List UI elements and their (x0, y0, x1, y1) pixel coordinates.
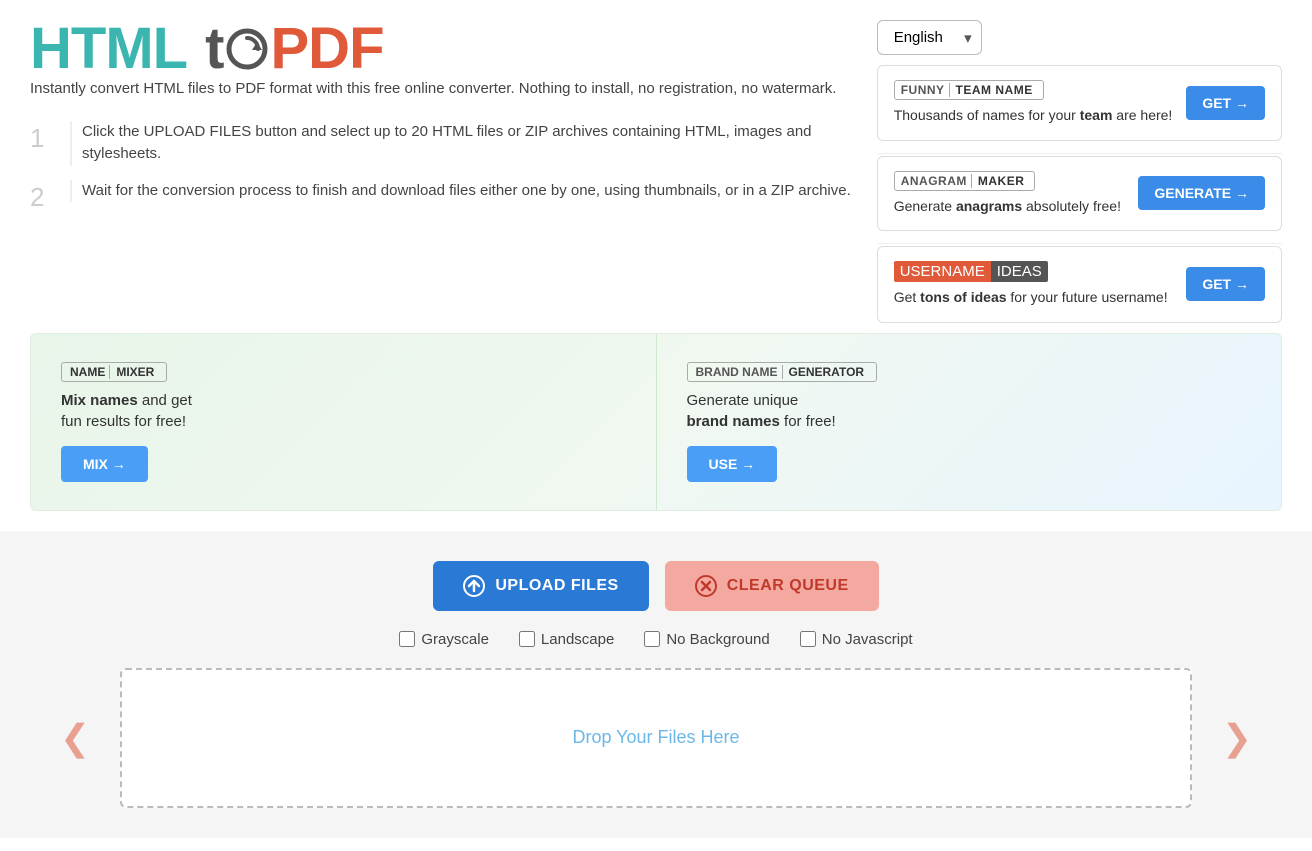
ad-2-badge: ANAGRAM MAKER (894, 171, 1036, 191)
step-1-number: 1 (30, 121, 70, 154)
ad-1-get-button[interactable]: GET → (1186, 86, 1265, 120)
grayscale-checkbox[interactable] (399, 631, 415, 647)
ad-1-content: FUNNY TEAM NAME Thousands of names for y… (894, 80, 1173, 126)
no-background-checkbox[interactable] (644, 631, 660, 647)
banner-brand-name-generator: BRAND NAME GENERATOR Generate uniquebran… (657, 334, 1282, 510)
logo-to: t (189, 20, 268, 78)
banner-2-badge: BRAND NAME GENERATOR (687, 362, 878, 382)
no-javascript-label: No Javascript (822, 631, 913, 648)
ad-3-get-button[interactable]: GET → (1186, 267, 1265, 301)
drop-zone-container: ❮ Drop Your Files Here ❯ (60, 668, 1252, 808)
ad-2-desc: Generate anagrams absolutely free! (894, 197, 1125, 217)
page-description: Instantly convert HTML files to PDF form… (30, 78, 850, 101)
banner-1-badge-name: NAME (70, 365, 105, 379)
ad-3-badge-wrapper: USERNAME IDEAS (894, 261, 1048, 282)
ad-1-badge-sep: TEAM NAME (949, 83, 1033, 97)
ad-divider-1 (877, 153, 1282, 154)
banner-2-use-button[interactable]: USE → (687, 446, 778, 482)
drop-text: Drop Your Files Here (572, 727, 739, 748)
landscape-label: Landscape (541, 631, 614, 648)
options-row: Grayscale Landscape No Background No Jav… (30, 631, 1282, 648)
clear-icon (695, 575, 717, 597)
banner-container: NAME MIXER Mix names and getfun results … (30, 333, 1282, 511)
carousel-left-button[interactable]: ❮ (50, 717, 100, 759)
ad-2-generate-button[interactable]: GENERATE → (1138, 176, 1265, 210)
ad-3-content: USERNAME IDEAS Get tons of ideas for you… (894, 261, 1173, 308)
logo-arrow-icon (226, 28, 268, 70)
language-dropdown[interactable]: English French Spanish German (877, 20, 982, 55)
drop-zone[interactable]: Drop Your Files Here (120, 668, 1192, 808)
upload-icon (463, 575, 485, 597)
logo-html: HTML (30, 20, 187, 78)
clear-queue-button[interactable]: CLEAR QUEUE (665, 561, 879, 611)
no-javascript-checkbox[interactable] (800, 631, 816, 647)
ad-1-badge-funny: FUNNY (901, 83, 945, 97)
banner-name-mixer: NAME MIXER Mix names and getfun results … (31, 334, 657, 510)
no-javascript-option[interactable]: No Javascript (800, 631, 913, 648)
banner-section: NAME MIXER Mix names and getfun results … (0, 333, 1312, 531)
no-background-label: No Background (666, 631, 769, 648)
ad-divider-2 (877, 243, 1282, 244)
no-background-option[interactable]: No Background (644, 631, 769, 648)
ad-anagram-maker: ANAGRAM MAKER Generate anagrams absolute… (877, 156, 1282, 232)
ad-2-badge-sep: MAKER (971, 174, 1025, 188)
landscape-checkbox[interactable] (519, 631, 535, 647)
upload-section: UPLOAD FILES CLEAR QUEUE Grayscale Lands… (0, 531, 1312, 838)
clear-queue-label: CLEAR QUEUE (727, 577, 849, 595)
landscape-option[interactable]: Landscape (519, 631, 614, 648)
ad-1-desc: Thousands of names for your team are her… (894, 106, 1173, 126)
logo-pdf: PDF (271, 20, 384, 78)
ad-3-badge-username: USERNAME (894, 261, 991, 282)
upload-buttons-row: UPLOAD FILES CLEAR QUEUE (30, 561, 1282, 611)
logo: HTML t PDF (30, 20, 877, 78)
ad-funny-team-name: FUNNY TEAM NAME Thousands of names for y… (877, 65, 1282, 141)
banner-2-badge-brand: BRAND NAME (696, 365, 778, 379)
step-1: 1 Click the UPLOAD FILES button and sele… (30, 121, 877, 166)
banner-1-badge: NAME MIXER (61, 362, 167, 382)
ad-3-desc: Get tons of ideas for your future userna… (894, 288, 1173, 308)
step-2-number: 2 (30, 180, 70, 213)
steps-list: 1 Click the UPLOAD FILES button and sele… (30, 121, 877, 213)
carousel-right-button[interactable]: ❯ (1212, 717, 1262, 759)
language-selector[interactable]: English French Spanish German (877, 20, 982, 55)
grayscale-label: Grayscale (421, 631, 489, 648)
banner-2-badge-sep: GENERATOR (782, 365, 865, 379)
upload-files-button[interactable]: UPLOAD FILES (433, 561, 648, 611)
ad-1-badge: FUNNY TEAM NAME (894, 80, 1044, 100)
banner-1-badge-sep: MIXER (109, 365, 154, 379)
step-2-text: Wait for the conversion process to finis… (70, 180, 851, 203)
grayscale-option[interactable]: Grayscale (399, 631, 489, 648)
step-2: 2 Wait for the conversion process to fin… (30, 180, 877, 213)
ad-2-badge-anagram: ANAGRAM (901, 174, 967, 188)
ad-username-ideas: USERNAME IDEAS Get tons of ideas for you… (877, 246, 1282, 323)
banner-1-mix-button[interactable]: MIX → (61, 446, 148, 482)
ad-2-content: ANAGRAM MAKER Generate anagrams absolute… (894, 171, 1125, 217)
banner-1-desc: Mix names and getfun results for free! (61, 390, 192, 432)
step-1-text: Click the UPLOAD FILES button and select… (70, 121, 877, 166)
ad-3-badge-ideas: IDEAS (991, 261, 1048, 282)
banner-2-desc: Generate uniquebrand names for free! (687, 390, 836, 432)
upload-files-label: UPLOAD FILES (495, 577, 618, 595)
